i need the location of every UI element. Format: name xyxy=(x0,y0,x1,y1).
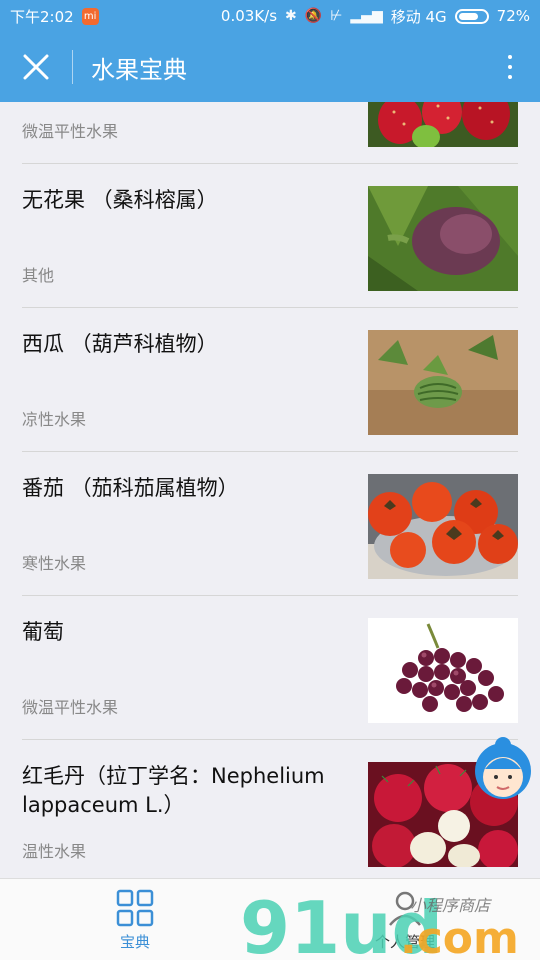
tab-personal[interactable]: 个人管理 xyxy=(270,879,540,960)
list-item[interactable]: 红毛丹（拉丁学名：Nephelium lappaceum L.） 温性水果 xyxy=(0,740,540,878)
item-title: 番茄 （茄科茄属植物） xyxy=(22,476,239,500)
list-item[interactable]: 无花果 （桑科榕属） 其他 xyxy=(0,164,540,308)
item-title: 无花果 （桑科榕属） xyxy=(22,188,218,212)
item-category: 凉性水果 xyxy=(22,410,87,429)
battery-icon xyxy=(454,8,489,24)
customer-service-button[interactable] xyxy=(472,735,534,801)
item-category: 其他 xyxy=(22,266,55,285)
status-bar: 下午2:02 mi 0.03K/s ✱ 🔕 ⊬ ▂▄▆ 移动 4G 72% xyxy=(0,0,540,32)
more-icon xyxy=(508,55,512,59)
item-image-grape xyxy=(368,618,518,723)
carrier-label: 移动 4G xyxy=(390,7,447,26)
tab-bar: 宝典 个人管理 xyxy=(0,878,540,960)
tab-label: 宝典 xyxy=(119,932,150,951)
mi-app-icon: mi xyxy=(81,7,99,25)
list-item[interactable]: 葡萄 微温平性水果 xyxy=(0,596,540,740)
nav-bar: 水果宝典 xyxy=(0,32,540,102)
item-image-strawberry xyxy=(368,102,518,147)
item-title: 红毛丹（拉丁学名：Nephelium lappaceum L.） xyxy=(22,764,325,817)
person-icon xyxy=(389,891,421,926)
fruit-list: 微温平性水果 无花果 （桑科榕属） 其他 西瓜 （葫芦科植物） 凉性水果 番茄 … xyxy=(0,102,540,878)
tab-dictionary[interactable]: 宝典 xyxy=(0,879,270,960)
network-speed: 0.03K/s xyxy=(220,7,278,25)
page-title: 水果宝典 xyxy=(91,55,187,84)
item-category: 微温平性水果 xyxy=(22,122,119,141)
more-button[interactable] xyxy=(480,32,540,102)
close-icon xyxy=(23,54,49,80)
item-image-persimmon xyxy=(368,474,518,579)
bluetooth-icon: ✱ xyxy=(285,8,297,24)
list-item[interactable]: 微温平性水果 xyxy=(0,102,540,164)
battery-percent: 72% xyxy=(496,7,530,25)
item-image-fig xyxy=(368,186,518,291)
signal-icon: ▂▄▆ xyxy=(350,8,383,24)
no-signal-icon: ⊬ xyxy=(330,8,343,24)
item-category: 微温平性水果 xyxy=(22,698,119,717)
item-title: 西瓜 （葫芦科植物） xyxy=(22,332,218,356)
status-time: 下午2:02 xyxy=(10,7,74,26)
mute-icon: 🔕 xyxy=(304,8,323,24)
list-item[interactable]: 番茄 （茄科茄属植物） 寒性水果 xyxy=(0,452,540,596)
tab-label: 个人管理 xyxy=(374,932,435,951)
list-item[interactable]: 西瓜 （葫芦科植物） 凉性水果 xyxy=(0,308,540,452)
grid-icon xyxy=(116,889,154,926)
item-image-watermelon xyxy=(368,330,518,435)
item-category: 寒性水果 xyxy=(22,554,87,573)
item-category: 温性水果 xyxy=(22,842,87,861)
close-button[interactable] xyxy=(0,32,72,102)
customer-service-icon xyxy=(475,737,531,799)
nav-divider xyxy=(72,50,73,84)
item-title: 葡萄 xyxy=(22,620,64,644)
